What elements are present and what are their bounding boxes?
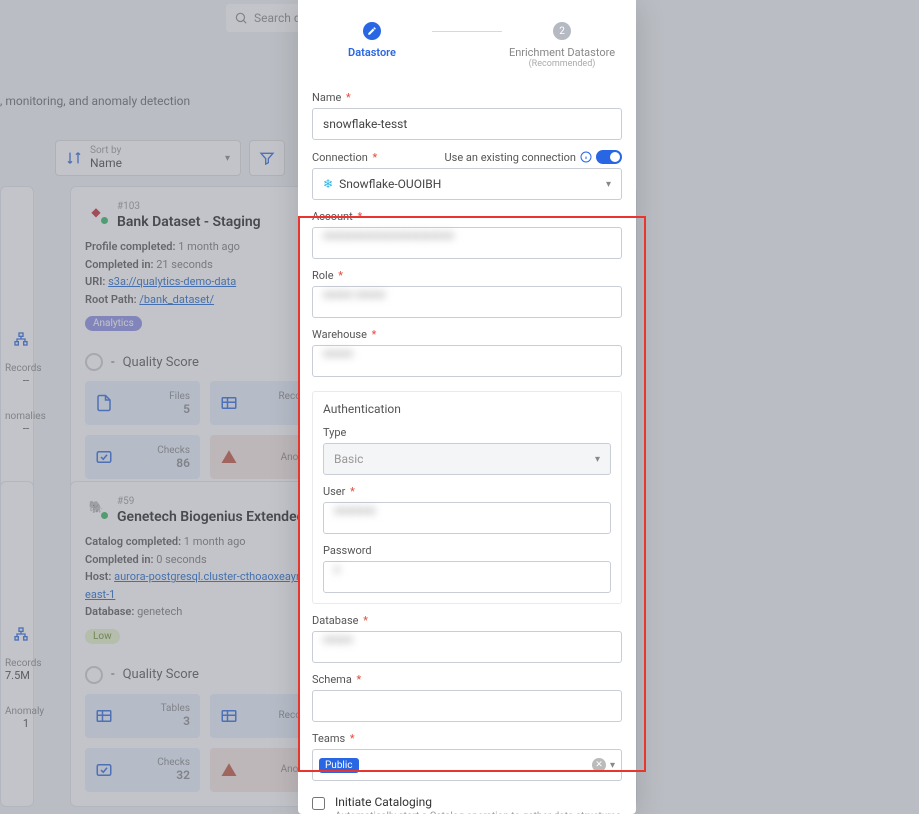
authentication-section: Authentication Type Basic ▾ User * xxxxx… (312, 391, 622, 604)
type-label: Type (323, 426, 611, 439)
snowflake-icon: ❄ (323, 177, 333, 191)
step-1-label: Datastore (312, 46, 432, 59)
stepper: Datastore 2 Enrichment Datastore (Recomm… (312, 22, 622, 69)
role-label: Role * (312, 269, 622, 282)
auth-type-select[interactable]: Basic ▾ (323, 443, 611, 475)
initiate-cataloging-label: Initiate Cataloging (335, 795, 622, 809)
step-2-label: Enrichment Datastore (502, 46, 622, 59)
schema-input[interactable] (312, 690, 622, 722)
name-label: Name * (312, 91, 622, 104)
password-label: Password (323, 544, 611, 557)
info-icon (580, 151, 592, 163)
database-label: Database * (312, 614, 622, 627)
chevron-down-icon: ▾ (595, 454, 600, 465)
auth-title: Authentication (323, 402, 611, 416)
warehouse-label: Warehouse * (312, 328, 622, 341)
team-chip[interactable]: Public (319, 758, 359, 773)
use-existing-toggle[interactable]: Use an existing connection (445, 150, 622, 164)
warehouse-input[interactable]: xxxxx (312, 345, 622, 377)
step-2-sublabel: (Recommended) (502, 59, 622, 69)
role-input[interactable]: xxxxx xxxxx (312, 286, 622, 318)
step-1-circle (363, 22, 381, 40)
connection-value: Snowflake-OUOIBH (339, 177, 441, 191)
schema-label: Schema * (312, 673, 622, 686)
pencil-icon (367, 26, 377, 36)
step-connector (432, 31, 502, 32)
name-input[interactable] (312, 108, 622, 140)
step-2-circle: 2 (553, 22, 571, 40)
teams-label: Teams * (312, 732, 622, 745)
account-label: Account * (312, 210, 622, 223)
initiate-cataloging-row[interactable]: Initiate Cataloging Automatically start … (312, 795, 622, 814)
chevron-down-icon: ▾ (610, 760, 615, 771)
chevron-down-icon: ▾ (606, 179, 611, 190)
auth-type-value: Basic (334, 452, 363, 466)
toggle-switch[interactable] (596, 150, 622, 164)
clear-icon[interactable]: ✕ (592, 758, 606, 772)
add-datastore-modal: Datastore 2 Enrichment Datastore (Recomm… (298, 0, 636, 814)
user-input[interactable]: xxxxxxx (323, 502, 611, 534)
connection-label: Connection * (312, 151, 377, 164)
database-input[interactable]: xxxxx (312, 631, 622, 663)
initiate-cataloging-checkbox[interactable] (312, 797, 325, 810)
user-label: User * (323, 485, 611, 498)
account-input[interactable]: xxxxxxxxxxxxxxxxxxxxxx (312, 227, 622, 259)
connection-select[interactable]: ❄ Snowflake-OUOIBH ▾ (312, 168, 622, 200)
teams-input[interactable]: Public ✕ ▾ (312, 749, 622, 781)
password-input[interactable]: x (323, 561, 611, 593)
